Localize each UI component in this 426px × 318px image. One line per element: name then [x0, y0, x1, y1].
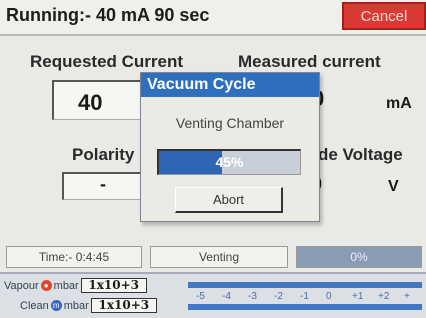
polarity-field[interactable]: -	[62, 172, 146, 200]
run-status-text: Running:- 40 mA 90 sec	[6, 5, 210, 25]
vapour-icon: ●	[40, 280, 52, 291]
clean-gauge-row: Clean m mbar 1x10+3	[4, 298, 157, 313]
vapour-unit: mbar	[53, 279, 79, 292]
vapour-label: Vapour	[4, 279, 39, 292]
polarity-value: -	[100, 174, 106, 194]
requested-current-label: Requested Current	[30, 52, 184, 71]
cancel-button[interactable]: Cancel	[342, 2, 426, 30]
clean-unit: mbar	[63, 299, 89, 312]
measured-current-label: Measured current	[238, 52, 381, 71]
gauge-tick-label: +2	[378, 291, 390, 302]
gauge-tick-label: +1	[352, 291, 364, 302]
polarity-label: Polarity	[72, 145, 135, 164]
clean-icon: m	[50, 300, 62, 311]
gauge-tick-label: -5	[196, 291, 205, 302]
requested-current-value: 40	[78, 90, 103, 115]
clean-label: Clean	[20, 299, 49, 312]
vacuum-cycle-dialog: Vacuum Cycle Venting Chamber 45% Abort	[140, 72, 320, 222]
vapour-pressure-bar	[188, 282, 422, 288]
gauge-tick-label: -2	[274, 291, 283, 302]
dialog-title: Vacuum Cycle	[141, 73, 319, 97]
gauge-tick-label: +	[404, 291, 410, 302]
progress-percent-text: 45%	[215, 154, 244, 170]
venting-progress-bar: 45%	[157, 149, 301, 175]
clean-pressure-bar	[188, 304, 422, 310]
gauge-tick-label: -3	[248, 291, 257, 302]
time-display: Time:- 0:4:45	[6, 246, 142, 268]
dialog-message: Venting Chamber	[175, 115, 285, 131]
voltage-unit: V	[388, 178, 399, 195]
measured-current-unit: mA	[386, 95, 412, 112]
clean-pressure-value: 1x10+3	[90, 298, 157, 313]
vapour-gauge-row: Vapour ● mbar 1x10+3	[4, 278, 147, 293]
gauge-tick-label: 0	[326, 291, 332, 302]
gauge-tick-label: -4	[222, 291, 231, 302]
gauge-scale: -5 -4 -3 -2 -1 0 +1 +2 +	[196, 291, 426, 303]
voltage-label: de Voltage	[318, 145, 403, 164]
state-display: Venting	[150, 246, 288, 268]
gauge-tick-label: -1	[300, 291, 309, 302]
abort-button[interactable]: Abort	[175, 187, 283, 213]
overall-percent-display: 0%	[296, 246, 422, 268]
vapour-pressure-value: 1x10+3	[80, 278, 147, 293]
